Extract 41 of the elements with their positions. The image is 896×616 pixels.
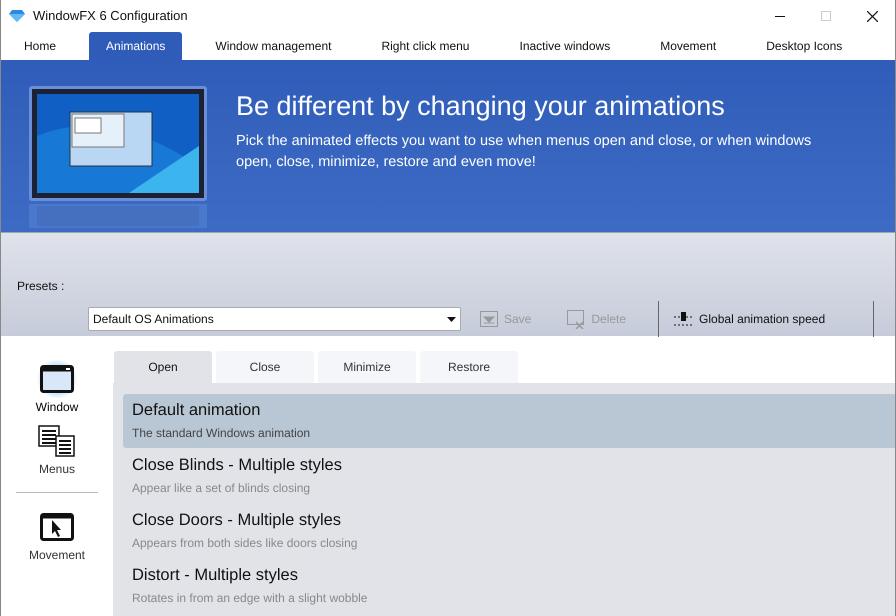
animation-name: Close Blinds - Multiple styles	[132, 455, 343, 476]
maximize-icon	[821, 11, 831, 21]
animation-name: Distort - Multiple styles	[132, 565, 299, 586]
window-icon	[40, 365, 74, 393]
speed-slider-icon	[674, 311, 694, 327]
animation-item[interactable]: Distort - Multiple styles Rotates in from an edge with a slight wobble	[123, 559, 895, 613]
subtab[interactable]: Minimize	[318, 351, 416, 383]
banner-heading: Be different by changing your animations	[236, 90, 726, 123]
animation-description: Appears from both sides like doors closing	[132, 535, 358, 552]
delete-icon	[567, 310, 586, 328]
tab[interactable]: Right click menu	[364, 32, 486, 60]
subtab[interactable]: Open	[114, 351, 212, 383]
close-icon	[866, 10, 878, 22]
animation-name: Default animation	[132, 400, 262, 421]
documents-icon	[38, 425, 76, 457]
animation-item[interactable]: Default animation The standard Windows animation	[123, 394, 895, 448]
subtab[interactable]: Restore	[420, 351, 518, 383]
tab[interactable]: Inactive windows	[502, 32, 628, 60]
tab[interactable]: Window management	[198, 32, 348, 60]
window-cursor-icon	[40, 513, 74, 541]
animation-item[interactable]: Close Blinds - Multiple styles Appear like a set of blinds closing	[123, 449, 895, 503]
animation-speed-button[interactable]: Global animation speed	[674, 310, 826, 328]
sidebar-item[interactable]: Menus	[35, 422, 79, 478]
presets-label: Presets :	[17, 278, 66, 295]
animation-description: Appear like a set of blinds closing	[132, 480, 312, 497]
save-icon	[480, 311, 498, 327]
animation-description: Rotates in from an edge with a slight wobble	[132, 590, 368, 607]
diamond-icon	[9, 10, 25, 22]
animation-name: Close Doors - Multiple styles	[132, 510, 342, 531]
dropdown-caret-icon	[447, 316, 456, 322]
banner-description: Pick the animated effects you want to use when menus open and close, or when windows open, close, minimize, restore and even move!	[236, 132, 812, 172]
window-title: WindowFX 6 Configuration	[33, 7, 188, 26]
tab[interactable]: Animations	[89, 32, 182, 60]
tab[interactable]: Movement	[643, 32, 734, 60]
subtab[interactable]: Close	[216, 351, 314, 383]
tab[interactable]: Desktop Icons	[749, 32, 860, 60]
presets-dropdown[interactable]: Default OS Animations	[88, 307, 461, 331]
animation-item[interactable]: Close Doors - Multiple styles Appears from both sides like doors closing	[123, 504, 895, 558]
animation-description: The standard Windows animation	[132, 425, 312, 442]
sidebar-item[interactable]: Movement	[28, 508, 86, 564]
tab[interactable]: Home	[7, 32, 74, 60]
